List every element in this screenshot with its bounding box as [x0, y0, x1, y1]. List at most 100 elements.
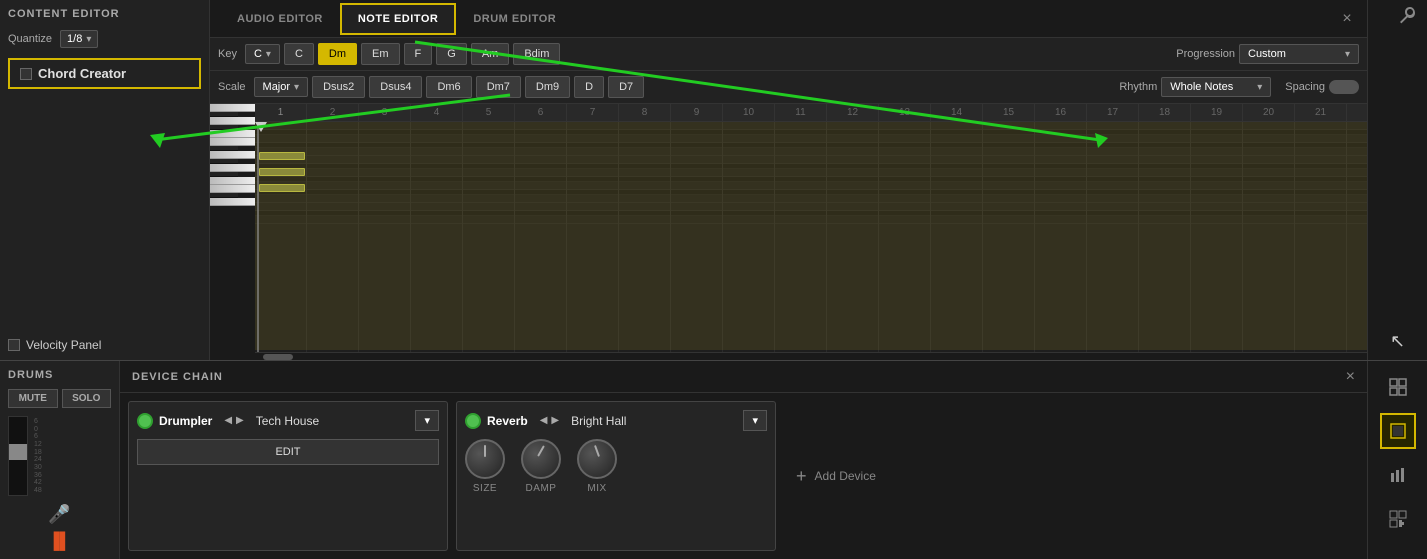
chord2-Dsus4[interactable]: Dsus4: [369, 76, 422, 98]
device-chain-title: DEVICE CHAIN: [132, 371, 223, 383]
device-chain-content: Drumpler ◀ ▶ Tech House ▾ EDIT: [120, 393, 1367, 559]
drumpler-power-button[interactable]: [137, 413, 153, 429]
reverb-power-button[interactable]: [465, 413, 481, 429]
chord2-Dm7[interactable]: Dm7: [476, 76, 521, 98]
drumpler-header: Drumpler ◀ ▶ Tech House ▾: [137, 410, 439, 431]
drumpler-nav: ◀ ▶: [224, 415, 243, 426]
reverb-name: Reverb: [487, 414, 528, 428]
drumpler-name: Drumpler: [159, 414, 212, 428]
device-chain-close-button[interactable]: ×: [1346, 368, 1355, 386]
quantize-value: 1/8: [67, 33, 82, 45]
rhythm-dropdown-arrow: ▾: [1257, 82, 1262, 93]
chord2-D[interactable]: D: [574, 76, 604, 98]
note-block[interactable]: [259, 152, 305, 160]
fader-track[interactable]: [8, 416, 28, 496]
cursor-icon: ↖: [1390, 331, 1405, 352]
spacing-toggle[interactable]: [1329, 80, 1359, 94]
drumpler-dropdown-arrow: ▾: [424, 414, 430, 427]
fader-mark: 36: [34, 472, 42, 479]
grid-num-8: 8: [619, 104, 671, 121]
piano-keys: [210, 104, 255, 360]
device-view-icon-button[interactable]: [1380, 413, 1416, 449]
quantize-row: Quantize 1/8 ▾: [8, 30, 201, 48]
drum-bars-icon[interactable]: ▐▌: [48, 533, 71, 551]
fader-mark: 18: [34, 449, 42, 456]
tab-audio-editor[interactable]: AUDIO EDITOR: [220, 4, 340, 34]
note-block[interactable]: [259, 184, 305, 192]
velocity-panel-row: Velocity Panel: [8, 338, 201, 352]
reverb-dropdown[interactable]: ▾: [743, 410, 767, 431]
rhythm-select[interactable]: Whole Notes ▾: [1161, 77, 1271, 97]
chord-btn-Em[interactable]: Em: [361, 43, 400, 65]
chord-toolbar: Key C ▾ C Dm Em F G Am Bdim Progression …: [210, 38, 1367, 71]
expand-icon: [1388, 377, 1408, 397]
content-editor-panel: CONTENT EDITOR Quantize 1/8 ▾ Chord Crea…: [0, 0, 210, 360]
chord-btn-Bdim[interactable]: Bdim: [513, 43, 560, 65]
horizontal-scrollbar[interactable]: [255, 352, 1367, 360]
rhythm-label: Rhythm: [1119, 81, 1157, 93]
drumpler-dropdown[interactable]: ▾: [415, 410, 439, 431]
fader-mark: 0: [34, 426, 42, 433]
grid-num-12: 12: [827, 104, 879, 121]
chord-btn-Am[interactable]: Am: [471, 43, 510, 65]
fader-thumb[interactable]: [9, 444, 27, 460]
drums-panel: DRUMS MUTE SOLO 6 0 6 12: [0, 361, 120, 559]
drumpler-device: Drumpler ◀ ▶ Tech House ▾ EDIT: [128, 401, 448, 551]
reverb-size-group: SIZE: [465, 439, 505, 494]
grid-num-20: 20: [1243, 104, 1295, 121]
tab-note-editor[interactable]: NOTE EDITOR: [340, 3, 456, 35]
expand-icon-button[interactable]: [1380, 369, 1416, 405]
quantize-select[interactable]: 1/8 ▾: [60, 30, 98, 48]
device-view-icon: [1388, 421, 1408, 441]
grid-num-1: 1: [255, 104, 307, 121]
velocity-panel-checkbox[interactable]: [8, 339, 20, 351]
chord-creator-box[interactable]: Chord Creator: [8, 58, 201, 89]
chord-btn-Dm[interactable]: Dm: [318, 43, 357, 65]
piano-roll-grid[interactable]: 1 2 3 4 5 6 7 8 9 10 11 12 13 14: [255, 104, 1367, 360]
chord-btn-C[interactable]: C: [284, 43, 314, 65]
drumpler-next-arrow[interactable]: ▶: [236, 415, 244, 426]
scale-value: Major: [263, 81, 291, 93]
chord2-D7[interactable]: D7: [608, 76, 644, 98]
progression-select[interactable]: Custom ▾: [1239, 44, 1359, 64]
chord-creator-label: Chord Creator: [38, 66, 126, 81]
chord-creator-checkbox[interactable]: [20, 68, 32, 80]
top-right-icon-button[interactable]: [1398, 5, 1422, 34]
grid-numbers-row: 1 2 3 4 5 6 7 8 9 10 11 12 13 14: [255, 104, 1367, 122]
chord-btn-G[interactable]: G: [436, 43, 467, 65]
drumpler-prev-arrow[interactable]: ◀: [224, 415, 232, 426]
grid-num-10: 10: [723, 104, 775, 121]
plus-icon-button[interactable]: [1380, 501, 1416, 537]
reverb-damp-knob[interactable]: [521, 439, 561, 479]
fader-mark: 42: [34, 479, 42, 486]
scale-select[interactable]: Major ▾: [254, 77, 309, 97]
mute-button[interactable]: MUTE: [8, 389, 58, 408]
reverb-prev-arrow[interactable]: ◀: [540, 415, 548, 426]
editor-close-button[interactable]: ×: [1332, 4, 1362, 34]
note-block[interactable]: [259, 168, 305, 176]
drum-microphone-icon[interactable]: 🎤: [48, 504, 70, 525]
piano-roll: 1 2 3 4 5 6 7 8 9 10 11 12 13 14: [210, 104, 1367, 360]
key-select[interactable]: C ▾: [245, 44, 280, 64]
chord-btn-F[interactable]: F: [404, 43, 433, 65]
reverb-nav: ◀ ▶: [540, 415, 559, 426]
key-value: C: [254, 48, 262, 60]
reverb-dropdown-arrow: ▾: [752, 414, 758, 427]
grid-num-17: 17: [1087, 104, 1139, 121]
tab-drum-editor[interactable]: DRUM EDITOR: [456, 4, 573, 34]
add-device-button[interactable]: + Add Device: [784, 401, 888, 551]
scale-label: Scale: [218, 81, 246, 93]
tab-bar: AUDIO EDITOR NOTE EDITOR DRUM EDITOR ×: [210, 0, 1367, 38]
reverb-mix-knob[interactable]: [577, 439, 617, 479]
reverb-mix-label: MIX: [587, 483, 606, 494]
velocity-panel-label: Velocity Panel: [26, 338, 101, 352]
mixer-icon-button[interactable]: [1380, 457, 1416, 493]
drumpler-edit-button[interactable]: EDIT: [137, 439, 439, 465]
reverb-next-arrow[interactable]: ▶: [551, 415, 559, 426]
chord2-Dm9[interactable]: Dm9: [525, 76, 570, 98]
chord2-Dm6[interactable]: Dm6: [426, 76, 471, 98]
chord2-Dsus2[interactable]: Dsus2: [312, 76, 365, 98]
solo-button[interactable]: SOLO: [62, 389, 112, 408]
grid-body[interactable]: [255, 122, 1367, 360]
reverb-size-knob[interactable]: [465, 439, 505, 479]
